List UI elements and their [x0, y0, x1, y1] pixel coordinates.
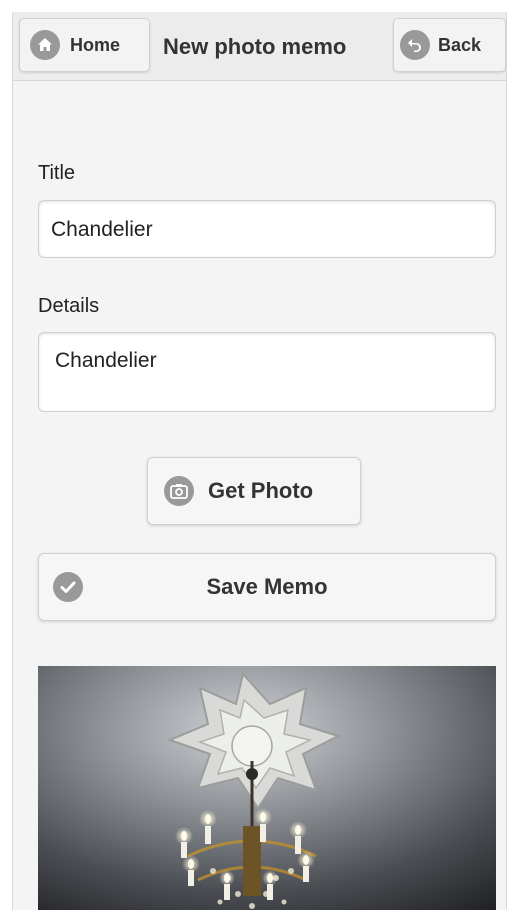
get-photo-label: Get Photo	[208, 478, 314, 503]
title-label: Title	[38, 162, 76, 184]
camera-icon	[164, 476, 194, 506]
home-button[interactable]: Home	[19, 18, 150, 72]
check-icon	[53, 572, 83, 602]
app-frame: Home New photo memo Back Title Chandelie…	[12, 12, 507, 910]
page-title: New photo memo	[163, 34, 347, 59]
back-arrow-icon	[400, 30, 430, 60]
title-input[interactable]: Chandelier	[38, 200, 496, 258]
save-memo-button[interactable]: Save Memo	[38, 553, 496, 621]
home-icon	[30, 30, 60, 60]
back-button-label: Back	[438, 34, 482, 55]
home-button-label: Home	[70, 34, 121, 55]
details-label: Details	[38, 295, 100, 317]
get-photo-button[interactable]: Get Photo	[147, 457, 361, 525]
save-memo-label: Save Memo	[206, 574, 328, 599]
back-button[interactable]: Back	[393, 18, 506, 72]
memo-photo	[38, 666, 496, 910]
details-textarea[interactable]: Chandelier	[38, 332, 496, 412]
header-bar: Home New photo memo Back	[13, 12, 506, 81]
